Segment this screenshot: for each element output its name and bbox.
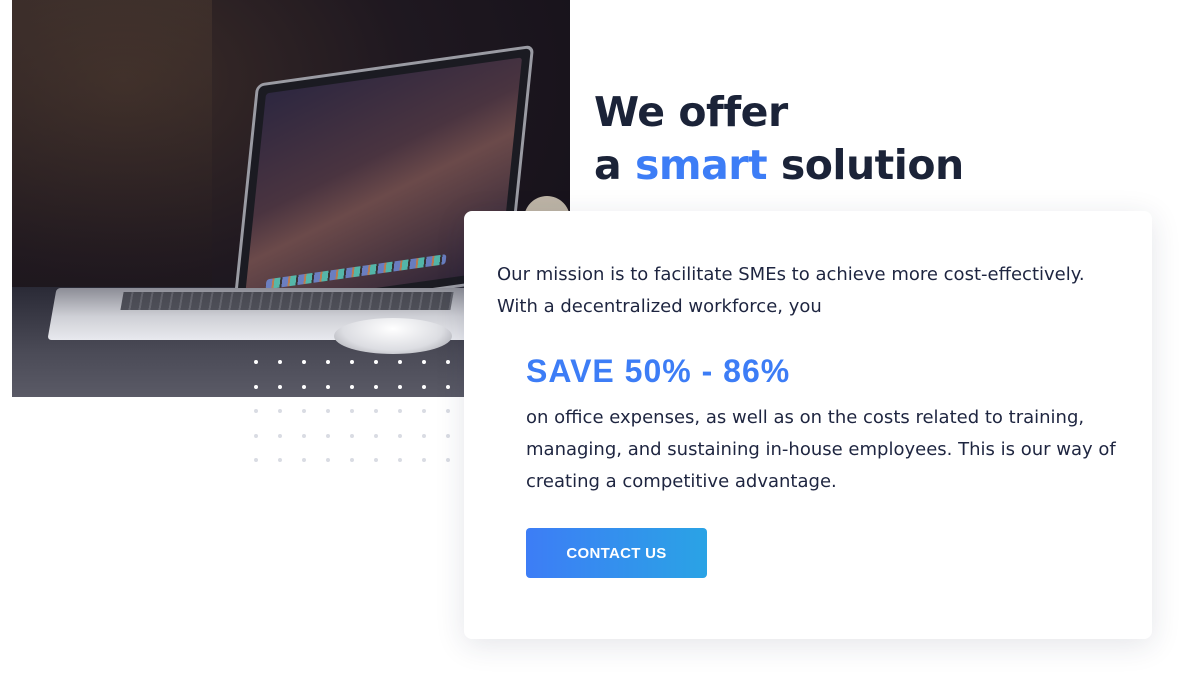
laptop-dock (265, 254, 447, 290)
expenses-text: on office expenses, as well as on the co… (526, 407, 1116, 492)
decorative-dot (446, 433, 450, 438)
decorative-dot (326, 458, 330, 462)
decorative-dot (446, 360, 450, 364)
decorative-dot (374, 458, 378, 462)
decorative-dot (422, 360, 426, 364)
decorative-dot (398, 360, 402, 364)
section-heading: We offer a smart solution (594, 86, 964, 192)
decorative-dot (278, 384, 282, 389)
decorative-dot (422, 458, 426, 462)
decorative-dot (302, 360, 306, 364)
laptop-keyboard (120, 292, 454, 310)
mission-card: Our mission is to facilitate SMEs to ach… (464, 211, 1152, 639)
decorative-dot (374, 360, 378, 364)
decorative-dot (254, 384, 258, 389)
decorative-dot (422, 433, 426, 438)
decorative-dot (398, 458, 402, 462)
decorative-dot (374, 433, 378, 438)
decorative-dot (398, 384, 402, 389)
heading-prefix: a (594, 141, 635, 189)
heading-accent-word: smart (634, 141, 768, 189)
decorative-dot (374, 384, 378, 389)
decorative-dot (350, 384, 354, 389)
decorative-dot (422, 384, 426, 389)
decorative-dot (326, 409, 330, 413)
decorative-dot-grid (254, 360, 454, 464)
decorative-dot (398, 433, 402, 438)
decorative-dot (446, 458, 450, 462)
decorative-dot (398, 409, 402, 413)
decorative-dot (302, 409, 306, 413)
heading-line-1: We offer (594, 88, 788, 136)
decorative-dot (254, 409, 258, 413)
decorative-dot (326, 384, 330, 389)
savings-headline: SAVE 50% - 86% (526, 353, 791, 389)
decorative-dot (350, 409, 354, 413)
decorative-dot (302, 384, 306, 389)
decorative-dot (374, 409, 378, 413)
decorative-dot (278, 458, 282, 462)
decorative-dot (422, 409, 426, 413)
decorative-dot (302, 458, 306, 462)
decorative-dot (278, 409, 282, 413)
decorative-dot (326, 433, 330, 438)
decorative-dot (254, 433, 258, 438)
heading-suffix: solution (767, 141, 964, 189)
decorative-dot (278, 433, 282, 438)
mission-text: Our mission is to facilitate SMEs to ach… (497, 264, 1085, 317)
decorative-dot (254, 458, 258, 462)
decorative-dot (350, 458, 354, 462)
page: We offer a smart solution Our mission is… (0, 0, 1184, 684)
contact-us-button[interactable]: CONTACT US (526, 528, 707, 578)
decorative-dot (446, 384, 450, 389)
mouse (334, 318, 452, 354)
decorative-dot (254, 360, 258, 364)
decorative-dot (302, 433, 306, 438)
decorative-dot (326, 360, 330, 364)
decorative-dot (350, 360, 354, 364)
decorative-dot (446, 409, 450, 413)
decorative-dot (350, 433, 354, 438)
decorative-dot (278, 360, 282, 364)
